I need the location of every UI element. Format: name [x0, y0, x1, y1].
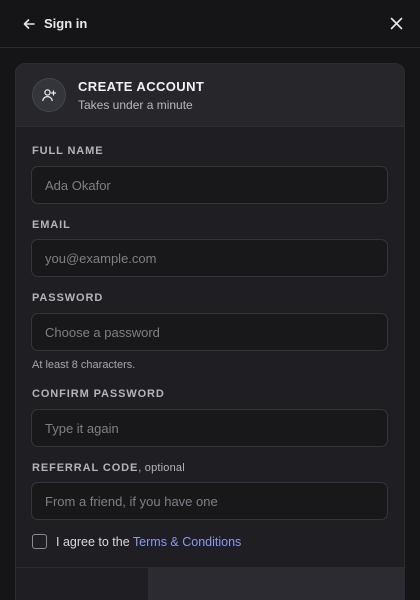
agree-prefix: I agree to the [56, 534, 133, 549]
referral-code-label: REFERRAL CODE, optional [32, 462, 185, 474]
email-label: EMAIL [32, 219, 71, 231]
referral-code-input[interactable] [31, 482, 388, 520]
create-account-card: CREATE ACCOUNT Takes under a minute FULL… [15, 63, 405, 600]
full-name-label: FULL NAME [32, 145, 104, 157]
arrow-left-icon [22, 17, 36, 31]
password-input[interactable] [31, 313, 388, 351]
confirm-password-input[interactable] [31, 409, 388, 447]
close-icon [390, 17, 403, 30]
terms-checkbox[interactable] [32, 534, 47, 549]
email-input[interactable] [31, 239, 388, 277]
back-to-sign-in-link[interactable]: Sign in [22, 16, 87, 31]
terms-link[interactable]: Terms & Conditions [133, 535, 241, 549]
user-plus-icon [32, 78, 66, 112]
card-footer: I have an account CREATE ACCOUNT [16, 567, 404, 600]
password-label: PASSWORD [32, 292, 104, 304]
password-hint: At least 8 characters. [32, 359, 136, 371]
have-account-button[interactable]: I have an account [16, 568, 149, 600]
card-subtitle: Takes under a minute [78, 97, 193, 112]
terms-agreement-text: I agree to the Terms & Conditions [56, 535, 241, 549]
card-title: CREATE ACCOUNT [78, 78, 205, 94]
create-account-button[interactable]: CREATE ACCOUNT [149, 568, 404, 600]
card-header: CREATE ACCOUNT Takes under a minute [16, 64, 404, 127]
full-name-input[interactable] [31, 166, 388, 204]
close-button[interactable] [388, 16, 404, 32]
terms-agreement: I agree to the Terms & Conditions [32, 534, 241, 549]
optional-note: , optional [138, 462, 185, 474]
back-label: Sign in [44, 16, 88, 31]
confirm-password-label: CONFIRM PASSWORD [32, 388, 165, 400]
top-bar: Sign in [0, 0, 420, 48]
referral-code-label-text: REFERRAL CODE [32, 462, 139, 474]
